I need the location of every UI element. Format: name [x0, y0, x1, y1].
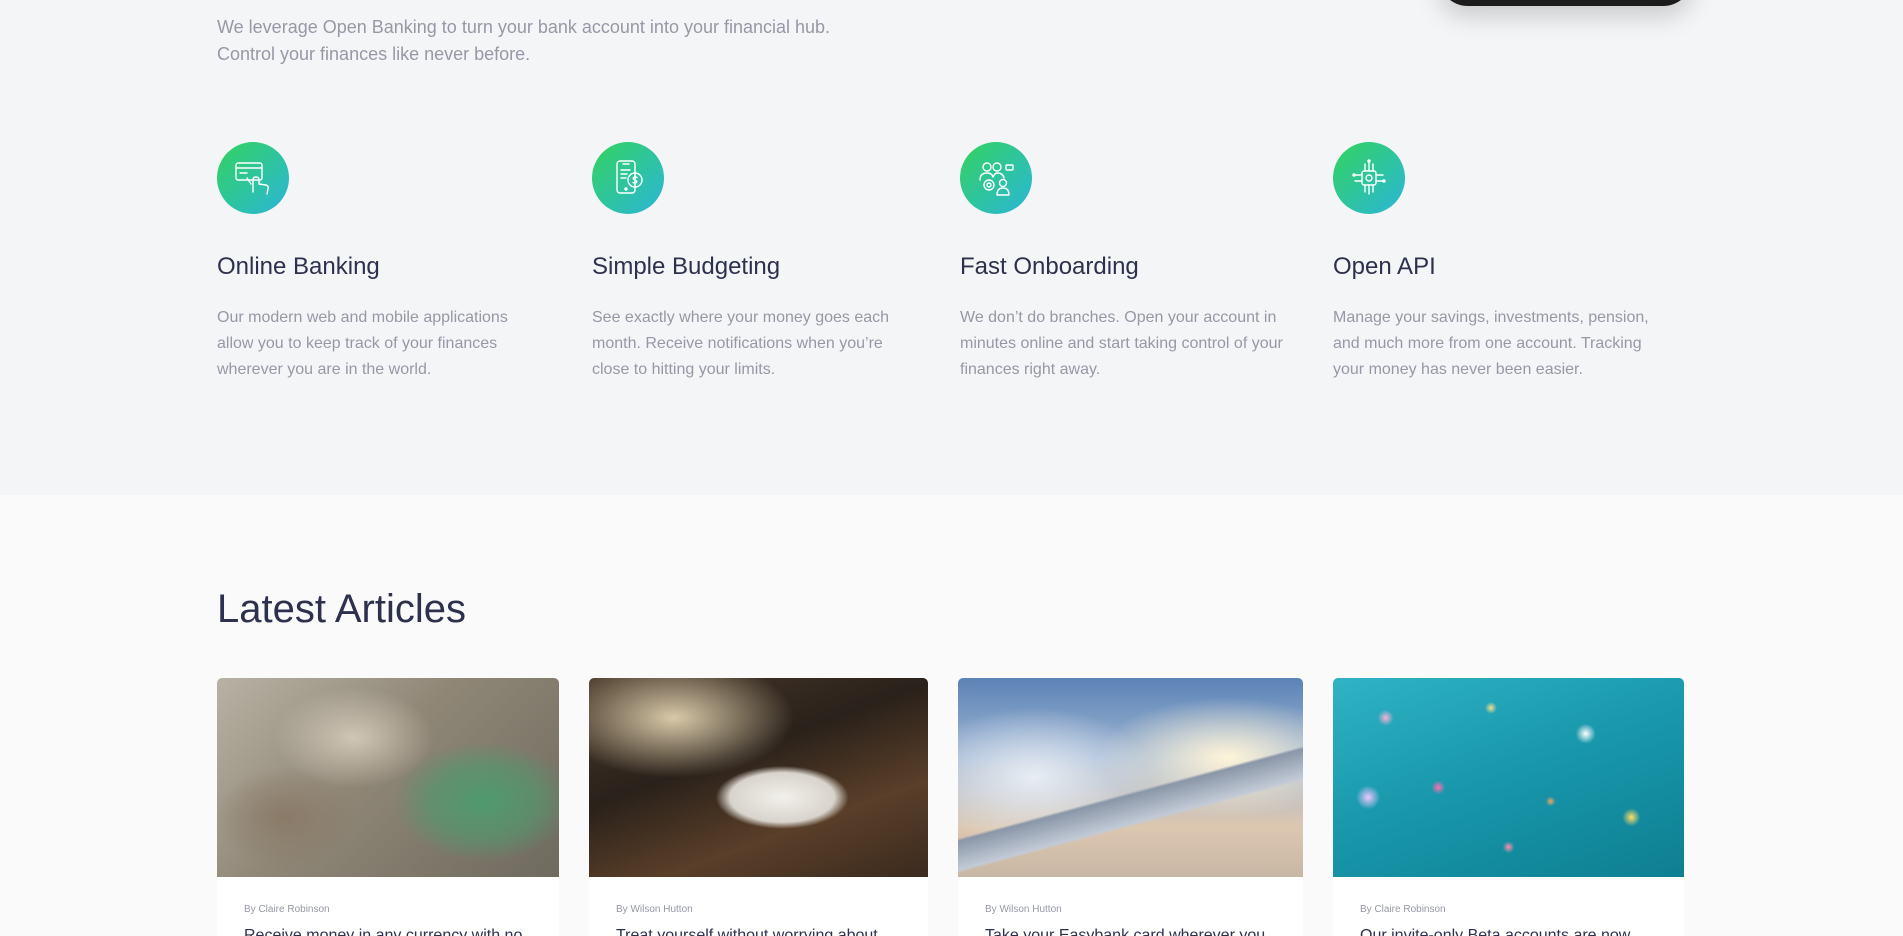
feature-online-banking: Online Banking Our modern web and mobile… — [217, 142, 547, 383]
article-title-link[interactable]: Receive money in any currency with no — [244, 925, 522, 936]
article-title-link[interactable]: Take your Easybank card wherever you — [985, 925, 1265, 936]
feature-open-api: Open API Manage your savings, investment… — [1333, 142, 1663, 383]
feature-title: Open API — [1333, 253, 1436, 280]
intro-line-2: Control your finances like never before. — [217, 44, 531, 64]
article-title-link[interactable]: Our invite-only Beta accounts are now — [1360, 925, 1630, 936]
article-author: By Wilson Hutton — [616, 904, 693, 915]
features-section: We leverage Open Banking to turn your ba… — [0, 0, 1903, 495]
feature-fast-onboarding: Fast Onboarding We don’t do branches. Op… — [960, 142, 1290, 383]
article-image-plane[interactable] — [958, 678, 1303, 877]
onboarding-icon — [960, 142, 1032, 214]
article-image-currency[interactable] — [217, 678, 559, 877]
article-image-confetti[interactable] — [1333, 678, 1684, 877]
article-author: By Wilson Hutton — [985, 904, 1062, 915]
feature-title: Simple Budgeting — [592, 253, 781, 280]
online-banking-icon — [217, 142, 289, 214]
article-author: By Claire Robinson — [244, 904, 330, 915]
latest-articles-heading: Latest Articles — [217, 587, 467, 631]
feature-description: Our modern web and mobile applications a… — [217, 309, 508, 378]
article-title-link[interactable]: Treat yourself without worrying about — [616, 925, 878, 936]
feature-description: See exactly where your money goes each m… — [592, 309, 890, 378]
intro-text: We leverage Open Banking to turn your ba… — [217, 14, 917, 68]
feature-title: Online Banking — [217, 253, 380, 280]
intro-line-1: We leverage Open Banking to turn your ba… — [217, 17, 831, 37]
feature-title: Fast Onboarding — [960, 253, 1139, 280]
api-icon — [1333, 142, 1405, 214]
article-card[interactable]: By Wilson Hutton Take your Easybank card… — [958, 678, 1303, 936]
feature-description: We don’t do branches. Open your account … — [960, 309, 1283, 378]
article-author: By Claire Robinson — [1360, 904, 1446, 915]
article-card[interactable]: By Wilson Hutton Treat yourself without … — [589, 678, 928, 936]
feature-description: Manage your savings, investments, pensio… — [1333, 309, 1649, 378]
feature-simple-budgeting: Simple Budgeting See exactly where your … — [592, 142, 922, 383]
article-card[interactable]: By Claire Robinson Receive money in any … — [217, 678, 559, 936]
article-image-restaurant[interactable] — [589, 678, 928, 877]
article-card[interactable]: By Claire Robinson Our invite-only Beta … — [1333, 678, 1684, 936]
phone-mockup-image — [1438, 0, 1693, 6]
budgeting-icon — [592, 142, 664, 214]
